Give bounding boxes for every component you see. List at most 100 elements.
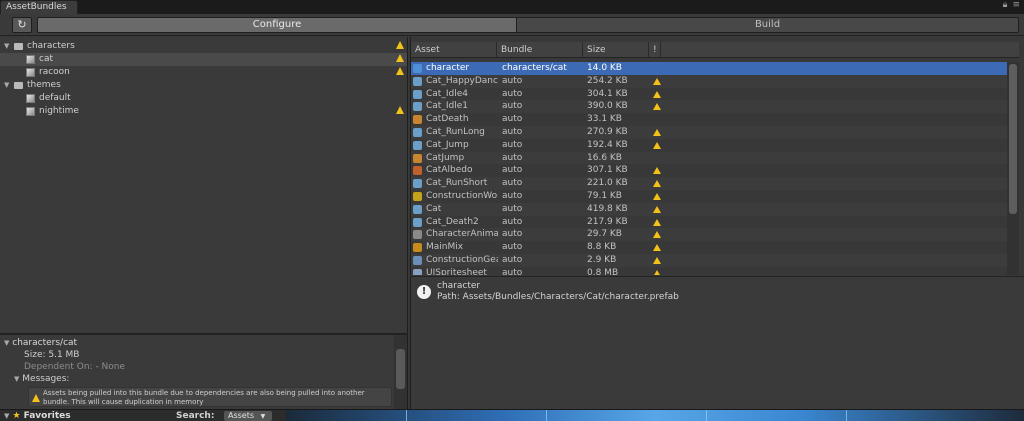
asset-name-cell: ConstructionWor	[426, 190, 498, 201]
table-row[interactable]: UISpritesheet auto 0.8 MB	[411, 267, 1007, 275]
refresh-icon: ↻	[17, 18, 27, 31]
info-scrollbar[interactable]	[394, 335, 407, 409]
asset-list-pane: Asset Bundle Size ! character characters/…	[410, 37, 1024, 275]
scene-grid-line	[706, 410, 707, 421]
bundle-name-cell: auto	[502, 190, 523, 201]
asset-name-cell: CharacterAnima	[426, 229, 498, 240]
tree-item-default[interactable]: default	[0, 92, 407, 105]
tree-item-label: themes	[27, 80, 61, 90]
size-cell: 304.1 KB	[587, 88, 628, 99]
asset-name-cell: Cat_RunShort	[426, 178, 488, 189]
asset-name-cell: Cat	[426, 203, 442, 214]
folder-icon	[14, 43, 23, 50]
size-cell: 79.1 KB	[587, 190, 622, 201]
folder-icon	[14, 82, 23, 89]
column-header-bundle[interactable]: Bundle	[497, 42, 583, 58]
warning-icon	[653, 141, 661, 149]
table-row[interactable]: Cat_Jump auto 192.4 KB	[411, 139, 1007, 152]
warning-icon	[653, 90, 661, 98]
animation-icon	[413, 102, 422, 112]
tab-configure[interactable]: Configure	[37, 17, 517, 33]
foldout-expanded-icon[interactable]: ▼	[4, 79, 9, 92]
table-row[interactable]: Cat_HappyDance auto 254.2 KB	[411, 74, 1007, 88]
bundle-info-header[interactable]: ▼ characters/cat	[4, 337, 77, 349]
tree-item-nightime[interactable]: nightime	[0, 105, 407, 118]
table-row[interactable]: Cat_Idle4 auto 304.1 KB	[411, 88, 1007, 101]
column-header-size[interactable]: Size	[583, 42, 649, 58]
table-row[interactable]: Cat_Death2 auto 217.9 KB	[411, 216, 1007, 229]
tree-item-label: nightime	[39, 106, 79, 116]
audio-icon	[413, 153, 422, 163]
animation-icon	[413, 204, 422, 214]
asset-detail-path: Path: Assets/Bundles/Characters/Cat/char…	[437, 292, 679, 302]
mode-tabs: Configure Build	[37, 17, 1019, 33]
tree-item-themes[interactable]: ▼ themes	[0, 79, 407, 92]
animation-icon	[413, 179, 422, 189]
messages-header[interactable]: ▼ Messages:	[14, 373, 69, 385]
foldout-expanded-icon[interactable]: ▼	[4, 339, 9, 347]
column-header-filler	[661, 42, 1019, 58]
tree-item-racoon[interactable]: racoon	[0, 66, 407, 79]
warning-icon	[32, 394, 40, 402]
bundle-name-cell: auto	[502, 254, 523, 265]
table-row[interactable]: Cat auto 419.8 KB	[411, 202, 1007, 216]
bundle-name-cell: auto	[502, 216, 523, 227]
info-scrollbar-thumb[interactable]	[396, 349, 405, 389]
chevron-down-icon: ▼	[260, 413, 266, 420]
table-row[interactable]: character characters/cat 14.0 KB	[411, 62, 1007, 75]
info-icon: !	[417, 285, 431, 299]
asset-table-body: character characters/cat 14.0 KB Cat_HappyD…	[411, 62, 1007, 275]
asset-name-cell: character	[426, 63, 470, 73]
window-tab-bar: AssetBundles 🔒︎ ≡	[0, 0, 1024, 14]
bundle-name-cell: auto	[502, 101, 523, 112]
bundle-name-cell: auto	[502, 139, 523, 150]
table-row[interactable]: Cat_RunLong auto 270.9 KB	[411, 125, 1007, 139]
tree-item-label: cat	[39, 54, 53, 64]
size-cell: 8.8 KB	[587, 242, 617, 253]
tab-build[interactable]: Build	[517, 17, 1019, 33]
search-scope-value: Assets	[228, 411, 255, 420]
bundle-name-cell: auto	[502, 88, 523, 99]
bundle-name-cell: auto	[502, 126, 523, 137]
size-cell: 0.8 MB	[587, 267, 619, 275]
messages-label: Messages:	[22, 374, 70, 384]
bundle-name-cell: auto	[502, 203, 523, 214]
asset-name-cell: CatJump	[426, 152, 465, 163]
table-row[interactable]: MainMix auto 8.8 KB	[411, 241, 1007, 254]
table-row[interactable]: CatAlbedo auto 307.1 KB	[411, 164, 1007, 177]
scene-grid-line	[406, 410, 407, 421]
foldout-expanded-icon[interactable]: ▼	[14, 375, 19, 383]
asset-list-scrollbar[interactable]	[1007, 62, 1019, 275]
size-cell: 16.6 KB	[587, 152, 622, 163]
warning-icon	[653, 77, 661, 85]
size-cell: 2.9 KB	[587, 254, 617, 265]
tree-item-cat[interactable]: cat	[0, 53, 407, 66]
lock-icon[interactable]: 🔒︎	[1003, 0, 1008, 14]
search-scope-dropdown[interactable]: Assets ▼	[224, 411, 272, 421]
warning-icon	[396, 106, 404, 114]
table-row[interactable]: Cat_RunShort auto 221.0 KB	[411, 177, 1007, 190]
column-header-asset[interactable]: Asset	[411, 42, 497, 58]
table-row[interactable]: ConstructionWor auto 79.1 KB	[411, 190, 1007, 203]
menu-icon[interactable]: ≡	[1012, 0, 1020, 14]
asset-name-cell: UISpritesheet	[426, 267, 487, 275]
asset-name-cell: Cat_Jump	[426, 139, 469, 150]
table-row[interactable]: CatJump auto 16.6 KB	[411, 151, 1007, 165]
bundle-icon	[26, 107, 35, 116]
tree-item-characters[interactable]: ▼ characters	[0, 40, 407, 53]
table-row[interactable]: CharacterAnima auto 29.7 KB	[411, 228, 1007, 242]
asset-name-cell: CatAlbedo	[426, 165, 473, 176]
prefab-icon	[413, 64, 422, 73]
table-row[interactable]: ConstructionGea auto 2.9 KB	[411, 253, 1007, 267]
refresh-button[interactable]: ↻	[12, 17, 32, 33]
asset-list-scrollbar-thumb[interactable]	[1009, 64, 1017, 214]
table-row[interactable]: Cat_Idle1 auto 390.0 KB	[411, 100, 1007, 114]
table-row[interactable]: CatDeath auto 33.1 KB	[411, 113, 1007, 126]
size-cell: 14.0 KB	[587, 63, 622, 73]
foldout-expanded-icon[interactable]: ▼	[4, 412, 9, 420]
animation-icon	[413, 217, 422, 227]
column-header-warning[interactable]: !	[649, 42, 661, 58]
favorites-header[interactable]: ▼ ★ Favorites	[4, 410, 71, 421]
foldout-expanded-icon[interactable]: ▼	[4, 40, 9, 53]
window-tab[interactable]: AssetBundles	[0, 0, 78, 14]
